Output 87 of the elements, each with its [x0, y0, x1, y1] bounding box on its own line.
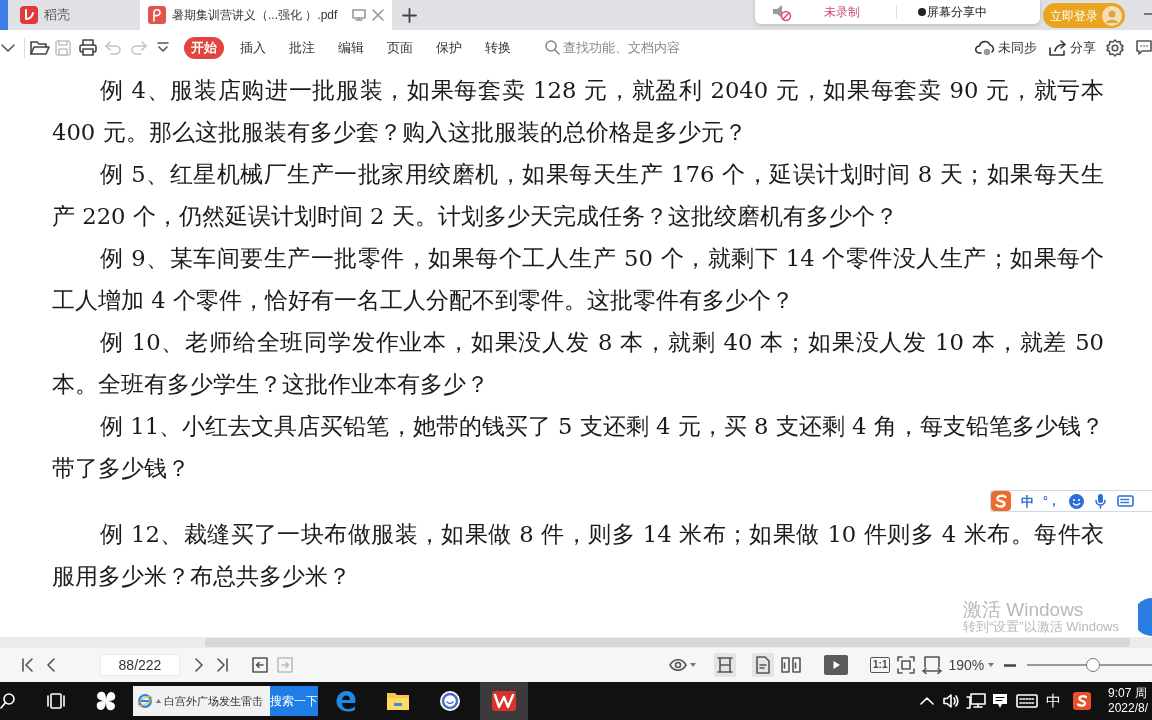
folder-icon[interactable] [30, 39, 50, 56]
search-icon[interactable] [0, 693, 15, 709]
monitor-icon[interactable] [352, 9, 366, 21]
single-page-icon[interactable] [752, 653, 774, 677]
previous-page-icon[interactable] [47, 658, 55, 672]
microphone-icon[interactable] [1094, 493, 1106, 509]
folder-icon[interactable] [386, 691, 410, 711]
browser-globe-icon [137, 693, 153, 709]
search-button[interactable]: 搜索一下 [270, 686, 318, 716]
ribbon-tab[interactable]: 转换 [478, 36, 518, 59]
page-number-field[interactable]: 88/222 [100, 654, 180, 676]
document-tab[interactable]: 暑期集训营讲义（...强化 ）.pdf [140, 0, 392, 30]
window-edge-strip [0, 0, 8, 30]
caret-down-icon[interactable] [690, 663, 696, 667]
ribbon-tab[interactable]: 批注 [282, 36, 322, 59]
circle-app-icon[interactable] [439, 690, 461, 712]
actual-size-button[interactable]: 1:1 [870, 657, 891, 673]
caret-down-icon[interactable] [988, 663, 995, 667]
activation-title: 激活 Windows [963, 600, 1084, 620]
sogou-logo-icon[interactable] [991, 491, 1011, 511]
screen-share-status: 屏幕分享中 [927, 5, 987, 19]
search-field[interactable]: 查找功能、文档内容 [563, 40, 723, 55]
search-icon [545, 40, 560, 55]
speaker-muted-icon[interactable] [772, 2, 792, 22]
problem-paragraph: 例 11、小红去文具店买铅笔，她带的钱买了 5 支还剩 4 元，买 8 支还剩 4 角，每支铅笔多少钱？带了多少钱？ [52, 412, 1104, 483]
close-icon[interactable] [372, 9, 384, 21]
punctuation-toggle[interactable]: °， [1043, 494, 1060, 508]
home-tab[interactable]: 稻壳 [8, 0, 140, 30]
wps-icon[interactable] [491, 690, 517, 712]
horizontal-scrollbar[interactable] [0, 637, 1152, 648]
fit-page-icon[interactable] [897, 656, 916, 674]
printer-icon[interactable] [79, 39, 97, 56]
emoji-icon[interactable] [1068, 493, 1084, 509]
problem-paragraph: 例 4、服装店购进一批服装，如果每套卖 128 元，就盈利 2040 元，如果每套卖 90 元，就亏本 400 元。那么这批服装有多少套？购入这批服装的总价格是多少元？ [52, 76, 1104, 147]
first-page-icon[interactable] [22, 658, 34, 672]
caret-up-icon[interactable] [156, 699, 161, 703]
ribbon-tab[interactable]: 保护 [429, 36, 469, 59]
record-dot-icon [918, 8, 926, 16]
clock-time: 9:07 周 [1108, 686, 1148, 701]
problem-paragraph: 例 10、老师给全班同学发作业本，如果没人发 8 本，就剩 40 本；如果没人发 10 本，就差 50 本。全班有多少学生？这批作业本有多少？ [52, 328, 1104, 399]
zoom-out-minus-icon[interactable] [1004, 663, 1017, 667]
ribbon-tab[interactable]: 插入 [233, 36, 273, 59]
edge-icon[interactable] [335, 690, 357, 712]
next-page-icon[interactable] [195, 658, 203, 672]
avatar-icon [1102, 5, 1122, 26]
scrollbar-thumb[interactable] [205, 638, 1130, 647]
comment-icon[interactable] [1136, 40, 1152, 55]
ribbon-tab[interactable]: 页面 [380, 36, 420, 59]
share-icon [1049, 39, 1067, 56]
news-search-field[interactable]: 白宫外广场发生雷击 [133, 686, 270, 716]
network-icon[interactable] [966, 693, 986, 709]
pinwheel-icon[interactable] [95, 690, 117, 712]
taskbar-clock[interactable]: 9:07 周 2022/8/ [1108, 686, 1152, 716]
more-chevron-icon[interactable] [157, 42, 169, 53]
problem-paragraph: 例 5、红星机械厂生产一批家用绞磨机，如果每天生产 176 个，延误计划时间 8 天；如果每天生产 220 个，仍然延误计划时间 2 天。计划多少天完成任务？这批绞磨机有多少个？ [52, 160, 1104, 231]
chevron-up-icon[interactable] [920, 697, 934, 705]
new-tab-plus-icon[interactable] [402, 7, 417, 23]
zoom-slider-thumb[interactable] [1086, 658, 1101, 672]
ribbon-tab[interactable]: 开始 [184, 36, 224, 59]
ribbon-tab[interactable]: 编辑 [331, 36, 371, 59]
share-button[interactable]: 分享 [1049, 38, 1096, 57]
pdf-file-icon [148, 6, 166, 24]
fit-width-icon[interactable] [714, 653, 736, 677]
input-mode-indicator[interactable]: 中 [1046, 691, 1061, 711]
activation-hint: 转到“设置”以激活 Windows [963, 620, 1119, 634]
speaker-icon[interactable] [943, 693, 959, 709]
problem-paragraph: 例 12、裁缝买了一块布做服装，如果做 8 件，则多 14 米布；如果做 10 件则多 4 米布。每件衣服用多少米？布总共多少米？ [52, 520, 1104, 591]
page-resize-icon[interactable] [922, 656, 943, 674]
recording-status: 未录制 [824, 5, 860, 19]
task-view-icon[interactable] [46, 693, 66, 709]
play-icon[interactable] [824, 655, 848, 675]
taskbar-app-button[interactable] [480, 682, 528, 720]
back-arrow-box-icon[interactable] [252, 657, 268, 673]
chevron-down-icon[interactable] [1, 43, 15, 52]
zoom-percentage[interactable]: 190% [948, 657, 985, 673]
notification-icon[interactable] [992, 693, 1008, 709]
last-page-icon[interactable] [216, 658, 228, 672]
settings-icon[interactable] [1106, 38, 1124, 57]
ime-mode-toggle[interactable]: 中 [1021, 493, 1034, 509]
sogou-logo-icon[interactable] [1073, 692, 1091, 710]
sync-status-button[interactable]: 未同步 [975, 38, 1037, 57]
zoom-slider-track[interactable] [1027, 658, 1152, 672]
cloud-icon [975, 39, 995, 56]
app-logo-icon [20, 6, 38, 24]
eye-icon[interactable] [669, 659, 687, 671]
problem-paragraph: 例 9、某车间要生产一批零件，如果每个工人生产 50 个，就剩下 14 个零件没人生产；如果每个工人增加 4 个零件，恰好有一名工人分配不到零件。这批零件有多少个？ [52, 244, 1104, 315]
clock-date: 2022/8/ [1108, 701, 1150, 716]
